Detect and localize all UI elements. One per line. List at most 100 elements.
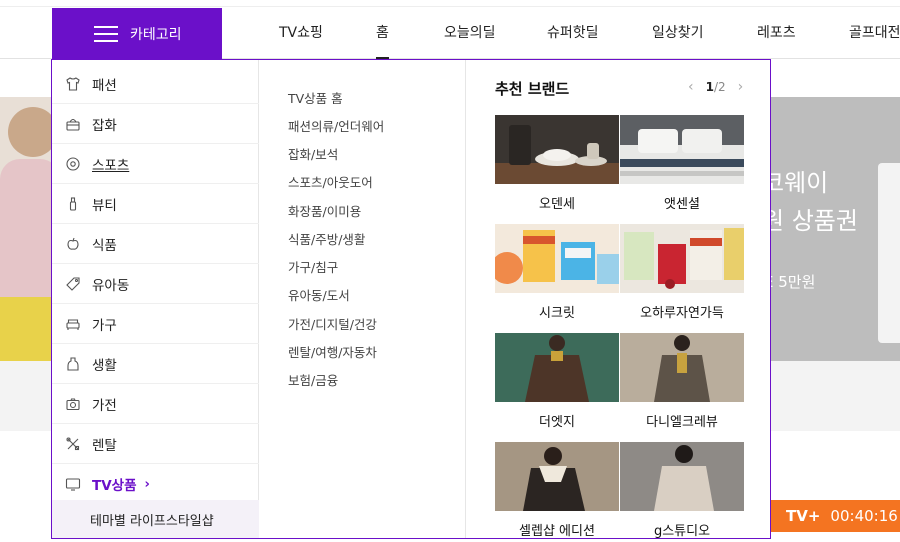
link-sports-outdoor[interactable]: 스포츠/아웃도어 (288, 172, 373, 191)
category-label: 가구 (92, 317, 117, 334)
brand-card[interactable]: 오덴세 (495, 115, 619, 212)
nav-leports[interactable]: 레포츠 (757, 8, 796, 59)
tv-plus-timer: 00:40:16 (830, 507, 898, 525)
subcategory-lifestyle-shop[interactable]: 테마별 라이프스타일샵 (52, 500, 259, 538)
category-rental[interactable]: 렌탈 (52, 424, 259, 464)
tv-icon (65, 476, 81, 492)
subcategory-links: TV상품 홈 패션의류/언더웨어 잡화/보석 스포츠/아웃도어 화장품/이미용 … (259, 60, 466, 538)
sofa (0, 297, 52, 361)
brands-pager: ‹ 1 /2 › (688, 79, 743, 95)
category-goods[interactable]: 잡화 (52, 104, 259, 144)
brand-image-tableware (495, 115, 619, 184)
brand-card[interactable]: 다니엘크레뷰 (620, 333, 744, 430)
category-beauty[interactable]: 뷰티 (52, 184, 259, 224)
category-label: 스포츠 (92, 157, 130, 174)
link-food-kitchen[interactable]: 식품/주방/생활 (288, 229, 365, 248)
bottle-icon (65, 356, 81, 372)
brand-name: 시크릿 (539, 306, 575, 321)
brand-image-suit-model (620, 333, 744, 402)
recommended-brands: 추천 브랜드 ‹ 1 /2 › 오덴세 앳센셜 시크릿 오하루자연가득 더엣지 … (466, 60, 770, 538)
model-head (8, 107, 52, 157)
brand-image-bedding (620, 115, 744, 184)
category-fashion[interactable]: 패션 (52, 64, 259, 104)
link-rental-travel[interactable]: 렌탈/여행/자동차 (288, 342, 377, 361)
link-tv-home[interactable]: TV상품 홈 (288, 88, 343, 107)
brand-name: 다니엘크레뷰 (646, 415, 718, 430)
category-label: 잡화 (92, 117, 117, 134)
link-digital-health[interactable]: 가전/디지털/건강 (288, 314, 377, 333)
brand-image-supplement (495, 224, 619, 293)
top-navigation: 카테고리 TV쇼핑 홈 오늘의딜 슈퍼핫딜 일상찾기 레포츠 골프대전 (0, 0, 900, 59)
link-fashion-underwear[interactable]: 패션의류/언더웨어 (288, 116, 384, 135)
tag-icon (65, 276, 81, 292)
chevron-right-icon: › (144, 476, 150, 492)
tools-icon (65, 436, 81, 452)
page-current: 1 (705, 80, 714, 94)
brand-card[interactable]: 오하루자연가득 (620, 224, 744, 321)
brand-name: 앳센셜 (664, 197, 700, 212)
nav-daily-finds[interactable]: 일상찾기 (652, 8, 704, 59)
brand-name: g스튜디오 (653, 524, 711, 539)
brand-card[interactable]: 시크릿 (495, 224, 619, 321)
link-insurance-finance[interactable]: 보험/금융 (288, 370, 338, 389)
banner-text-2: 원 상품권 (762, 207, 858, 235)
banner-text-3: E 5만원 (764, 273, 816, 291)
banner-text-1: 코웨이 (762, 169, 829, 197)
nav-today-deal[interactable]: 오늘의딜 (444, 8, 496, 59)
category-living[interactable]: 생활 (52, 344, 259, 384)
tv-plus-live-bar[interactable]: TV+ 00:40:16 (770, 500, 900, 532)
brand-name: 더엣지 (539, 415, 575, 430)
category-label: 뷰티 (92, 197, 117, 214)
subcategory-label: 테마별 라이프스타일샵 (90, 513, 214, 529)
tshirt-icon (65, 76, 81, 92)
chevron-right-icon[interactable]: › (738, 79, 744, 95)
link-goods-jewelry[interactable]: 잡화/보석 (288, 144, 338, 163)
ball-icon (65, 156, 81, 172)
banner-left-image[interactable] (0, 97, 52, 361)
category-electronics[interactable]: 가전 (52, 384, 259, 424)
apple-icon (65, 236, 81, 252)
brand-name: 셀렙샵 에디션 (519, 524, 595, 539)
brand-image-winter-coat (495, 442, 619, 511)
nav-tv-shopping[interactable]: TV쇼핑 (279, 8, 323, 59)
nav-golf-fair[interactable]: 골프대전 (849, 8, 900, 59)
brand-name: 오하루자연가득 (640, 306, 724, 321)
category-label: 유아동 (92, 277, 130, 294)
nav-super-hot-deal[interactable]: 슈퍼핫딜 (547, 8, 599, 59)
page-total: /2 (713, 80, 726, 94)
chevron-left-icon[interactable]: ‹ (688, 79, 694, 95)
cosmetic-icon (65, 196, 81, 212)
brand-image-coat-model (495, 333, 619, 402)
link-furniture-bedding[interactable]: 가구/침구 (288, 257, 338, 276)
category-furniture[interactable]: 가구 (52, 304, 259, 344)
tv-plus-label: TV+ (786, 507, 821, 525)
brand-image-beige-coat (620, 442, 744, 511)
brand-card[interactable]: 더엣지 (495, 333, 619, 430)
hamburger-icon (94, 25, 118, 42)
category-kids[interactable]: 유아동 (52, 264, 259, 304)
category-tv-products[interactable]: TV상품 › (52, 464, 259, 504)
category-label: 패션 (92, 77, 117, 94)
nav-home[interactable]: 홈 (376, 8, 389, 59)
top-divider (0, 6, 900, 7)
category-sports[interactable]: 스포츠 (52, 144, 259, 184)
category-label: 식품 (92, 237, 117, 254)
category-list: 패션 잡화 스포츠 뷰티 식품 유아동 가구 생활 가전 렌탈 TV상품 › 테… (52, 60, 259, 538)
bag-icon (65, 116, 81, 132)
category-menu-button[interactable]: 카테고리 (52, 8, 222, 59)
brand-card[interactable]: 셀렙샵 에디션 (495, 442, 619, 539)
link-cosmetics[interactable]: 화장품/이미용 (288, 201, 361, 220)
category-label: TV상품 (92, 478, 137, 494)
brands-title: 추천 브랜드 (495, 80, 570, 98)
brand-card[interactable]: 앳센셜 (620, 115, 744, 212)
category-food[interactable]: 식품 (52, 224, 259, 264)
brand-name: 오덴세 (539, 197, 575, 212)
banner-right[interactable]: 코웨이 원 상품권 E 5만원 (762, 97, 900, 361)
category-dropdown: 패션 잡화 스포츠 뷰티 식품 유아동 가구 생활 가전 렌탈 TV상품 › 테… (51, 59, 771, 539)
link-kids-books[interactable]: 유아동/도서 (288, 285, 350, 304)
brand-card[interactable]: g스튜디오 (620, 442, 744, 539)
sofa-icon (65, 316, 81, 332)
category-label: 생활 (92, 357, 117, 374)
category-label: 가전 (92, 397, 117, 414)
category-label: 렌탈 (92, 437, 117, 454)
